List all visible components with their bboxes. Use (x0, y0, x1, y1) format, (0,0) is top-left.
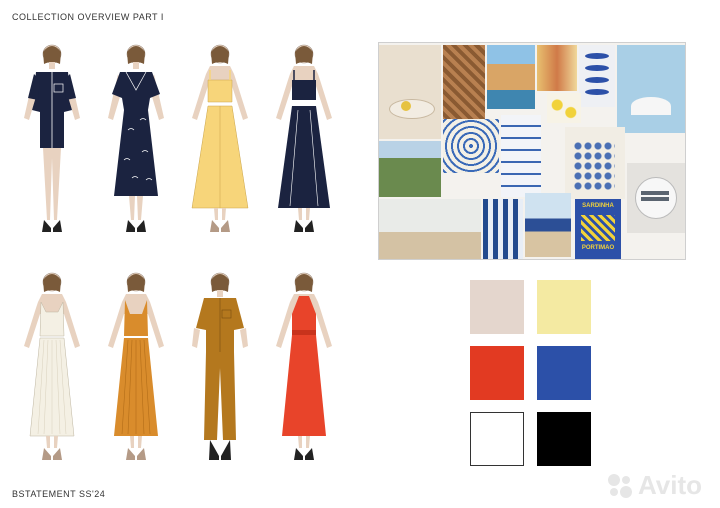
avito-text: Avito (638, 470, 703, 500)
moodboard: SARDINHA PORTIMAO (378, 42, 686, 260)
sardinha-text: SARDINHA (582, 203, 614, 209)
mood-pattern (443, 119, 499, 173)
figure-navy-skirt-set (276, 44, 332, 232)
portimao-text: PORTIMAO (581, 245, 615, 251)
figure-navy-pajama-set (24, 44, 80, 232)
mood-olive-trees (379, 141, 441, 197)
swatch-white (470, 412, 524, 466)
swatch-blue (537, 346, 591, 400)
avito-logo-icon (606, 472, 634, 500)
swatch-pale-yellow (537, 280, 591, 334)
mood-shell-print (565, 127, 625, 199)
mood-terrace (379, 199, 481, 259)
mood-street (537, 45, 577, 91)
figure-mustard-shirt-trousers (192, 272, 248, 460)
mood-blue-chairs (525, 193, 571, 257)
mood-coast (487, 45, 535, 109)
mood-sardinha-poster: SARDINHA PORTIMAO (575, 199, 621, 259)
page-title: COLLECTION OVERVIEW PART I (12, 12, 164, 22)
swatch-red (470, 346, 524, 400)
mood-tile-wall (501, 115, 541, 197)
mood-fish-poster (579, 45, 615, 107)
avito-watermark: Avito (606, 470, 702, 501)
figure-yellow-skirt-set (191, 44, 249, 232)
footer-label: BSTATEMENT SS'24 (12, 489, 106, 499)
figure-red-halter-dress (276, 272, 332, 460)
mood-umbrella (617, 45, 685, 133)
mood-shell-bowl (379, 45, 441, 139)
swatch-beige (470, 280, 524, 334)
figure-navy-wrap-dress (108, 44, 164, 232)
mood-tiles-small (483, 199, 523, 259)
mood-sardines-plate (627, 163, 685, 233)
figure-ochre-pleated-dress (108, 272, 164, 460)
mood-lemons (547, 93, 581, 123)
swatch-black (537, 412, 591, 466)
figure-cream-pleated-dress (24, 272, 80, 460)
